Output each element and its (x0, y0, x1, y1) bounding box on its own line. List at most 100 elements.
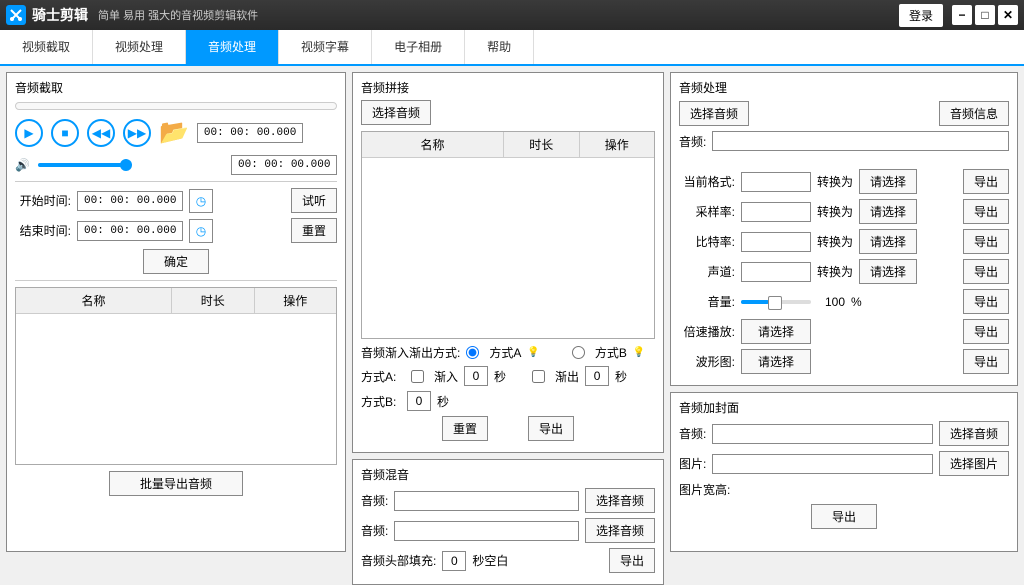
table-body (16, 314, 336, 464)
volume-slider[interactable] (741, 300, 811, 304)
volume-slider[interactable] (38, 163, 127, 167)
batch-export-button[interactable]: 批量导出音频 (109, 471, 243, 496)
preview-button[interactable]: 试听 (291, 188, 337, 213)
export-button[interactable]: 导出 (963, 319, 1009, 344)
select-audio-button[interactable]: 选择音频 (679, 101, 749, 126)
extract-table: 名称 时长 操作 (15, 287, 337, 465)
set-start-icon[interactable]: ◷ (189, 189, 213, 213)
channel-field[interactable] (741, 262, 811, 282)
export-button[interactable]: 导出 (963, 289, 1009, 314)
audio-label: 音频: (361, 522, 388, 539)
convert-label: 转换为 (817, 263, 853, 280)
tab-video-subtitle[interactable]: 视频字幕 (279, 30, 372, 64)
panel-title: 音频处理 (679, 79, 1009, 96)
mode-b-radio[interactable] (572, 346, 585, 359)
close-button[interactable]: ✕ (998, 5, 1018, 25)
rate-choose-button[interactable]: 请选择 (859, 199, 917, 224)
export-button[interactable]: 导出 (811, 504, 877, 529)
export-button[interactable]: 导出 (963, 169, 1009, 194)
maximize-button[interactable]: □ (975, 5, 995, 25)
fadeout-value[interactable] (585, 366, 609, 386)
volume-value: 100 (825, 295, 845, 309)
audio1-field[interactable] (394, 491, 579, 511)
format-field[interactable] (741, 172, 811, 192)
volume-icon[interactable]: 🔊 (15, 158, 30, 172)
reset-button[interactable]: 重置 (442, 416, 488, 441)
rate-label: 采样率: (679, 203, 735, 220)
stop-button[interactable]: ■ (51, 119, 79, 147)
bitrate-field[interactable] (741, 232, 811, 252)
fadein-label: 渐入 (434, 368, 458, 385)
convert-label: 转换为 (817, 203, 853, 220)
tab-album[interactable]: 电子相册 (372, 30, 465, 64)
export-button[interactable]: 导出 (528, 416, 574, 441)
end-time-label: 结束时间: (15, 222, 71, 239)
modeb-value[interactable] (407, 391, 431, 411)
rewind-button[interactable]: ◀◀ (87, 119, 115, 147)
speed-choose-button[interactable]: 请选择 (741, 319, 811, 344)
hint-icon[interactable]: 💡 (527, 347, 539, 358)
convert-label: 转换为 (817, 173, 853, 190)
export-button[interactable]: 导出 (963, 349, 1009, 374)
select-audio1-button[interactable]: 选择音频 (585, 488, 655, 513)
bitrate-choose-button[interactable]: 请选择 (859, 229, 917, 254)
audio-process-panel: 音频处理 选择音频 音频信息 音频: 当前格式: 转换为 请选择 导出 采样率: (670, 72, 1018, 386)
mode-a-radio[interactable] (466, 346, 479, 359)
panel-title: 音频混音 (361, 466, 655, 483)
tab-audio-process[interactable]: 音频处理 (186, 30, 279, 64)
mode-a-label: 方式A (489, 344, 521, 361)
rate-field[interactable] (741, 202, 811, 222)
hint-icon[interactable]: 💡 (633, 347, 645, 358)
tab-video-extract[interactable]: 视频截取 (0, 30, 93, 64)
col-action: 操作 (255, 288, 337, 313)
select-audio2-button[interactable]: 选择音频 (585, 518, 655, 543)
convert-label: 转换为 (817, 233, 853, 250)
sec-label: 秒 (437, 393, 449, 410)
fadein-check[interactable] (411, 370, 424, 383)
col-duration: 时长 (172, 288, 255, 313)
select-pic-button[interactable]: 选择图片 (939, 451, 1009, 476)
forward-button[interactable]: ▶▶ (123, 119, 151, 147)
col-duration: 时长 (504, 132, 580, 157)
mode-b-label: 方式B (595, 344, 627, 361)
fadeout-label: 渐出 (555, 368, 579, 385)
select-audio-button[interactable]: 选择音频 (939, 421, 1009, 446)
current-time-field[interactable] (197, 123, 303, 143)
format-choose-button[interactable]: 请选择 (859, 169, 917, 194)
dim-label: 图片宽高: (679, 481, 730, 498)
end-time-field[interactable] (77, 221, 183, 241)
channel-choose-button[interactable]: 请选择 (859, 259, 917, 284)
audio-mix-panel: 音频混音 音频: 选择音频 音频: 选择音频 音频头部填充: 秒空白 导出 (352, 459, 664, 585)
pad-value[interactable] (442, 551, 466, 571)
confirm-button[interactable]: 确定 (143, 249, 209, 274)
progress-track[interactable] (15, 102, 337, 110)
tab-video-process[interactable]: 视频处理 (93, 30, 186, 64)
total-time-field[interactable] (231, 155, 337, 175)
wave-choose-button[interactable]: 请选择 (741, 349, 811, 374)
tab-help[interactable]: 帮助 (465, 30, 534, 64)
audio-path-field[interactable] (712, 131, 1009, 151)
start-time-field[interactable] (77, 191, 183, 211)
minimize-button[interactable]: − (952, 5, 972, 25)
play-button[interactable]: ▶ (15, 119, 43, 147)
wave-label: 波形图: (679, 353, 735, 370)
fadein-value[interactable] (464, 366, 488, 386)
export-button[interactable]: 导出 (963, 259, 1009, 284)
app-name: 骑士剪辑 (32, 5, 88, 25)
fadeout-check[interactable] (532, 370, 545, 383)
audio-extract-panel: 音频截取 ▶ ■ ◀◀ ▶▶ 📂 🔊 开始时间: ◷ (6, 72, 346, 552)
cover-audio-field[interactable] (712, 424, 933, 444)
export-button[interactable]: 导出 (609, 548, 655, 573)
audio2-field[interactable] (394, 521, 579, 541)
reset-button[interactable]: 重置 (291, 218, 337, 243)
cover-pic-field[interactable] (712, 454, 933, 474)
set-end-icon[interactable]: ◷ (189, 219, 213, 243)
export-button[interactable]: 导出 (963, 229, 1009, 254)
start-time-label: 开始时间: (15, 192, 71, 209)
open-file-icon[interactable]: 📂 (159, 118, 189, 147)
audio-info-button[interactable]: 音频信息 (939, 101, 1009, 126)
login-button[interactable]: 登录 (899, 4, 943, 27)
titlebar: 骑士剪辑 简单 易用 强大的音视频剪辑软件 登录 − □ ✕ (0, 0, 1024, 30)
export-button[interactable]: 导出 (963, 199, 1009, 224)
select-audio-button[interactable]: 选择音频 (361, 100, 431, 125)
